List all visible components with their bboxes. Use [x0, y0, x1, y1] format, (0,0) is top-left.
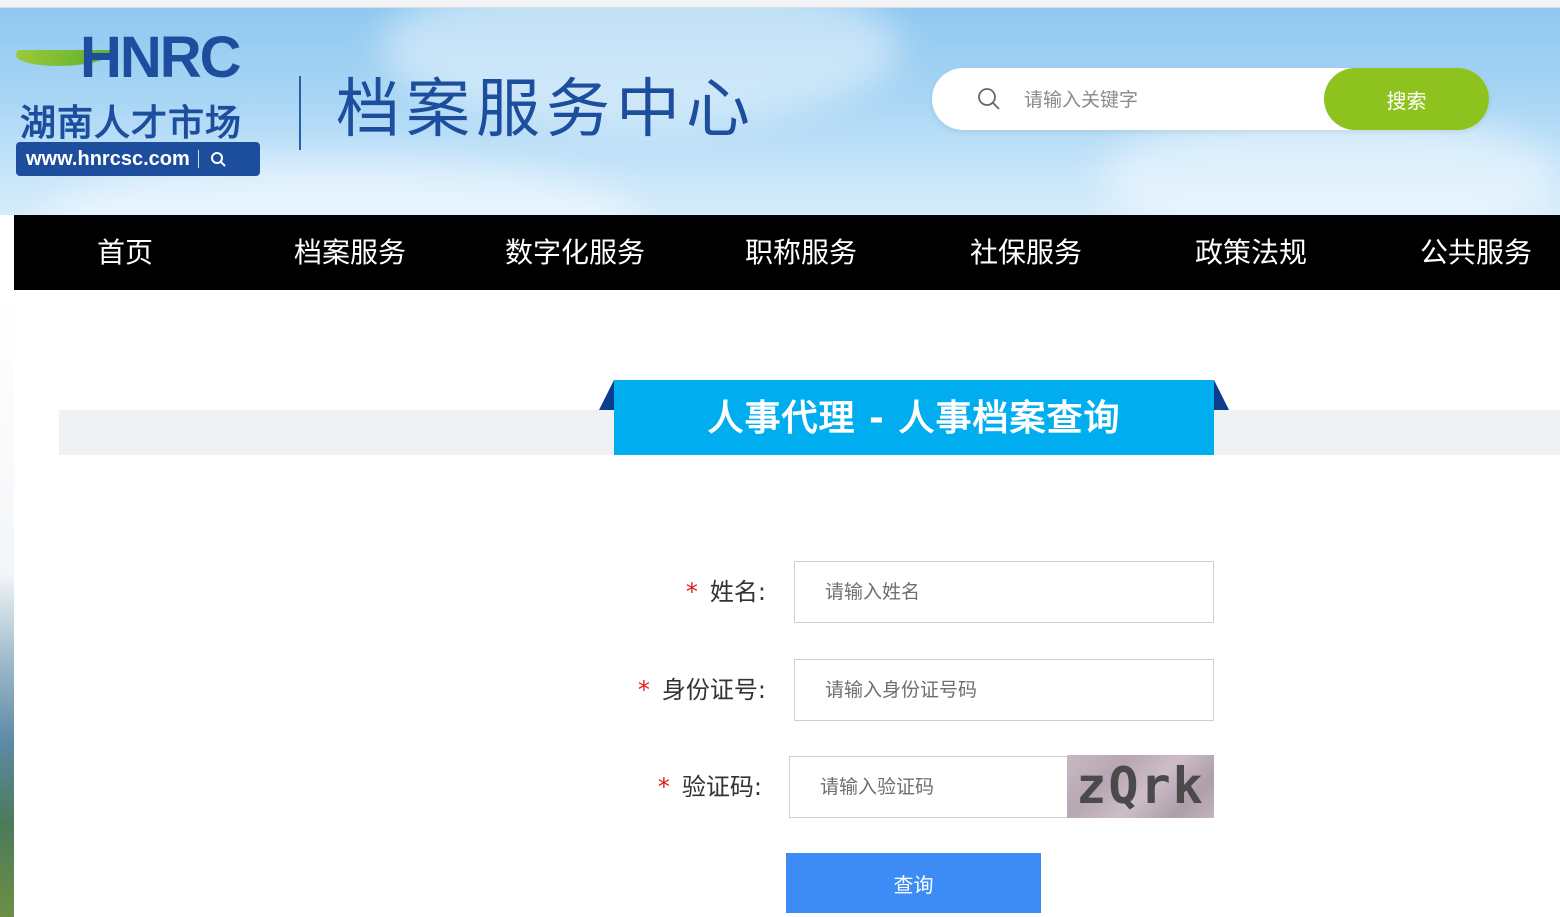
nav-item-digital-service[interactable]: 数字化服务: [493, 215, 657, 290]
captcha-label: * 验证码:: [560, 756, 762, 818]
captcha-text: zQrk: [1076, 757, 1205, 815]
section-title-fold-left: [599, 380, 614, 410]
query-button[interactable]: 查询: [786, 853, 1041, 913]
captcha-label-text: 验证码:: [681, 773, 762, 801]
required-mark: *: [657, 773, 670, 801]
logo-url-separator: [197, 150, 199, 168]
name-input[interactable]: [794, 561, 1214, 623]
nav-item-policy[interactable]: 政策法规: [1183, 215, 1319, 290]
id-number-label-text: 身份证号:: [661, 676, 766, 704]
section-title-fold-right: [1214, 380, 1229, 410]
nav-item-title-service[interactable]: 职称服务: [733, 215, 869, 290]
page: HNRC 湖南人才市场 www.hnrcsc.com 档案服务中心 搜索 首页 …: [0, 0, 1560, 917]
logo-chinese-name: 湖南人才市场: [20, 103, 243, 144]
nav-item-home[interactable]: 首页: [73, 215, 177, 290]
header-divider: [299, 76, 301, 150]
header-search-box: 搜索: [932, 68, 1489, 130]
nav-item-public-service[interactable]: 公共服务: [1408, 215, 1544, 290]
section-title: 人事代理 - 人事档案查询: [614, 380, 1214, 455]
browser-top-edge: [0, 0, 1560, 8]
nav-item-social-security[interactable]: 社保服务: [958, 215, 1094, 290]
logo-hnrc-text: HNRC: [80, 25, 242, 90]
id-number-label: * 身份证号:: [560, 659, 766, 721]
required-mark: *: [637, 676, 650, 704]
nav-item-archive-service[interactable]: 档案服务: [282, 215, 418, 290]
search-button[interactable]: 搜索: [1324, 68, 1489, 130]
id-number-input[interactable]: [794, 659, 1214, 721]
site-title: 档案服务中心: [336, 73, 756, 147]
main-nav: 首页 档案服务 数字化服务 职称服务 社保服务 政策法规 公共服务: [14, 215, 1560, 290]
name-label: * 姓名:: [560, 561, 766, 623]
left-decorative-strip: [0, 290, 14, 917]
search-icon: [976, 86, 1002, 112]
site-logo[interactable]: HNRC 湖南人才市场 www.hnrcsc.com: [10, 25, 264, 178]
header-banner: HNRC 湖南人才市场 www.hnrcsc.com 档案服务中心 搜索: [0, 8, 1560, 215]
logo-url-text: www.hnrcsc.com: [26, 147, 190, 170]
required-mark: *: [685, 578, 698, 606]
logo-url-badge: www.hnrcsc.com: [16, 142, 260, 176]
search-icon: [207, 148, 229, 170]
captcha-image[interactable]: zQrk: [1067, 755, 1214, 818]
captcha-input[interactable]: [789, 756, 1068, 818]
search-input[interactable]: [1022, 80, 1316, 120]
name-label-text: 姓名:: [709, 578, 766, 606]
